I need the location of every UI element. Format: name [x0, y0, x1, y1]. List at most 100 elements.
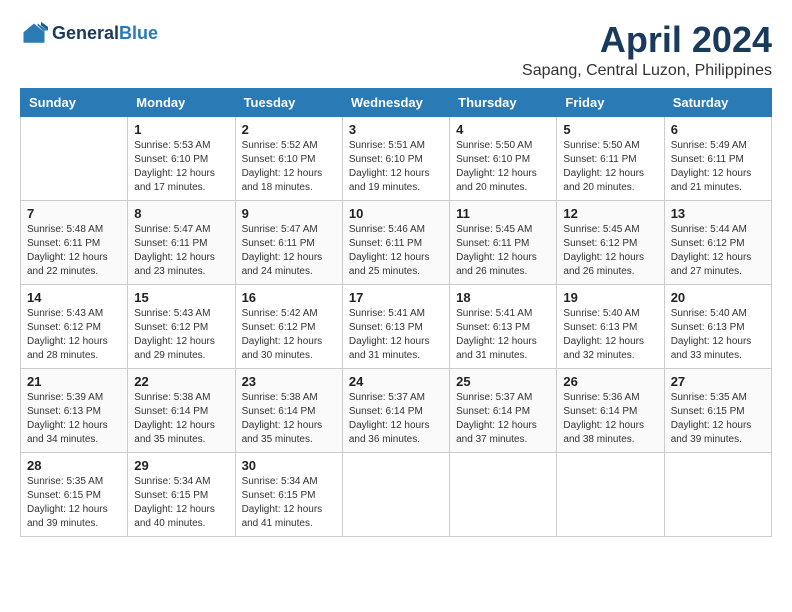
day-info-line: Daylight: 12 hours	[349, 420, 430, 431]
calendar-cell: 19 Sunrise: 5:40 AMSunset: 6:13 PMDayligh…	[557, 284, 664, 368]
calendar-cell: 7 Sunrise: 5:48 AMSunset: 6:11 PMDaylight…	[21, 200, 128, 284]
day-info-line: Sunrise: 5:49 AM	[671, 140, 747, 151]
day-number: 21	[27, 374, 121, 389]
day-info-line: Sunrise: 5:50 AM	[563, 140, 639, 151]
page-header: GeneralBlue April 2024 Sapang, Central L…	[20, 20, 772, 80]
day-info-line: Daylight: 12 hours	[563, 336, 644, 347]
day-info: Sunrise: 5:40 AMSunset: 6:13 PMDaylight:…	[563, 307, 657, 363]
logo-icon	[20, 20, 48, 48]
calendar-cell: 14Sunrise: 5:43 AMSunset: 6:12 PMDayligh…	[21, 284, 128, 368]
day-number: 16	[242, 290, 336, 305]
day-info-line: Sunrise: 5:50 AM	[456, 140, 532, 151]
day-number: 13	[671, 206, 765, 221]
day-info-line: Sunrise: 5:37 AM	[349, 392, 425, 403]
calendar-cell: 2 Sunrise: 5:52 AM Sunset: 6:10 PM Daylight…	[235, 116, 342, 200]
calendar-cell: 10Sunrise: 5:46 AMSunset: 6:11 PMDayligh…	[342, 200, 449, 284]
day-info-line: Sunset: 6:10 PM	[242, 154, 316, 165]
calendar-cell	[557, 452, 664, 536]
day-info-line: Sunset: 6:13 PM	[349, 322, 423, 333]
day-info-line: Sunrise: 5:43 AM	[27, 308, 103, 319]
day-info-line: and 31 minutes.	[349, 350, 420, 361]
day-number: 2	[242, 122, 336, 137]
day-info-line: Sunrise: 5:40 AM	[671, 308, 747, 319]
day-info: Sunrise: 5:46 AMSunset: 6:11 PMDaylight:…	[349, 223, 443, 279]
calendar-cell: 30Sunrise: 5:34 AMSunset: 6:15 PMDayligh…	[235, 452, 342, 536]
week-row-5: 28Sunrise: 5:35 AMSunset: 6:15 PMDayligh…	[21, 452, 772, 536]
day-number: 3	[349, 122, 443, 137]
calendar-cell: 22Sunrise: 5:38 AMSunset: 6:14 PMDayligh…	[128, 368, 235, 452]
week-row-3: 14 Sunrise: 5:43 AM Sunset: 6:12 PM Dayligh…	[21, 284, 772, 368]
day-info-line: Daylight: 12 hours	[242, 336, 323, 347]
day-info: Sunrise: 5:36 AMSunset: 6:14 PMDaylight:…	[563, 391, 657, 447]
day-info-line: Sunset: 6:12 PM	[671, 238, 745, 249]
subtitle: Sapang, Central Luzon, Philippines	[522, 62, 772, 80]
day-info: Sunrise: 5:34 AMSunset: 6:15 PMDaylight:…	[134, 475, 228, 531]
day-info: Sunrise: 5:48 AMSunset: 6:11 PMDaylight:…	[27, 223, 121, 279]
day-number: 25	[456, 374, 550, 389]
day-info: Sunrise: 5:44 AMSunset: 6:12 PMDaylight:…	[671, 223, 765, 279]
day-info-line: Sunset: 6:15 PM	[242, 490, 316, 501]
day-info: Sunrise: 5:50 AMSunset: 6:10 PMDaylight:…	[456, 139, 550, 195]
calendar-cell: 3Sunrise: 5:51 AMSunset: 6:10 PMDaylight…	[342, 116, 449, 200]
day-info-line: Sunrise: 5:47 AM	[134, 224, 210, 235]
calendar-cell: 29Sunrise: 5:34 AMSunset: 6:15 PMDayligh…	[128, 452, 235, 536]
day-number: 12	[563, 206, 657, 221]
day-info-line: Sunset: 6:11 PM	[456, 238, 529, 249]
calendar-cell: 18Sunrise: 5:41 AMSunset: 6:13 PMDayligh…	[450, 284, 557, 368]
calendar-cell: 4Sunrise: 5:50 AMSunset: 6:10 PMDaylight…	[450, 116, 557, 200]
day-info-line: Sunset: 6:10 PM	[456, 154, 530, 165]
day-info-line: Daylight: 12 hours	[134, 336, 215, 347]
day-info-line: Sunset: 6:13 PM	[563, 322, 637, 333]
day-info-line: Daylight: 12 hours	[242, 252, 323, 263]
week-row-4: 21 Sunrise: 5:39 AM Sunset: 6:13 PM Dayligh…	[21, 368, 772, 452]
day-info-line: Sunset: 6:12 PM	[242, 322, 316, 333]
day-info-line: and 34 minutes.	[27, 434, 98, 445]
day-info-line: Sunrise: 5:42 AM	[242, 308, 318, 319]
day-info-line: and 23 minutes.	[134, 266, 205, 277]
day-info-line: Daylight: 12 hours	[27, 420, 108, 431]
calendar-cell: 1Sunrise: 5:53 AMSunset: 6:10 PMDaylight…	[128, 116, 235, 200]
day-info-line: Daylight: 12 hours	[563, 168, 644, 179]
day-info-line: Sunrise: 5:45 AM	[563, 224, 639, 235]
calendar-cell: 13 Sunrise: 5:44 AMSunset: 6:12 PMDayligh…	[664, 200, 771, 284]
day-info-line: Sunset: 6:14 PM	[563, 406, 637, 417]
day-number: 19	[563, 290, 657, 305]
day-info-line: Daylight: 12 hours	[242, 168, 323, 179]
col-header-thursday: Thursday	[450, 88, 557, 116]
day-info-line: Sunrise: 5:34 AM	[134, 476, 210, 487]
day-info-line: Daylight: 12 hours	[242, 420, 323, 431]
calendar-cell: 17Sunrise: 5:41 AMSunset: 6:13 PMDayligh…	[342, 284, 449, 368]
day-info-line: and 26 minutes.	[456, 266, 527, 277]
day-info-line: and 31 minutes.	[456, 350, 527, 361]
day-info-line: Daylight: 12 hours	[671, 252, 752, 263]
day-info-line: Sunset: 6:13 PM	[27, 406, 101, 417]
calendar-cell: 15Sunrise: 5:43 AMSunset: 6:12 PMDayligh…	[128, 284, 235, 368]
day-info-line: Daylight: 12 hours	[134, 168, 215, 179]
day-info-line: and 35 minutes.	[242, 434, 313, 445]
day-number: 1	[134, 122, 228, 137]
day-number: 14	[27, 290, 121, 305]
day-info-line: Sunrise: 5:36 AM	[563, 392, 639, 403]
day-number: 18	[456, 290, 550, 305]
day-info-line: and 40 minutes.	[134, 518, 205, 529]
day-info-line: Sunrise: 5:39 AM	[27, 392, 103, 403]
day-info-line: Sunrise: 5:52 AM	[242, 140, 318, 151]
day-info-line: Sunset: 6:11 PM	[563, 154, 636, 165]
day-info-line: Sunrise: 5:35 AM	[671, 392, 747, 403]
day-number: 7	[27, 206, 121, 221]
calendar-cell: 16 Sunrise: 5:42 AM Sunset: 6:12 PM Dayligh…	[235, 284, 342, 368]
calendar-cell: 6Sunrise: 5:49 AMSunset: 6:11 PMDaylight…	[664, 116, 771, 200]
day-info-line: Sunset: 6:11 PM	[27, 238, 100, 249]
calendar-cell: 12Sunrise: 5:45 AMSunset: 6:12 PMDayligh…	[557, 200, 664, 284]
calendar-cell: 26Sunrise: 5:36 AMSunset: 6:14 PMDayligh…	[557, 368, 664, 452]
day-info: Sunrise: 5:42 AM Sunset: 6:12 PM Daylight:…	[242, 307, 336, 363]
day-info-line: Daylight: 12 hours	[134, 504, 215, 515]
day-info-line: and 17 minutes.	[134, 182, 205, 193]
day-number: 17	[349, 290, 443, 305]
day-info-line: Sunrise: 5:38 AM	[242, 392, 318, 403]
col-header-friday: Friday	[557, 88, 664, 116]
day-number: 28	[27, 458, 121, 473]
day-info-line: and 27 minutes.	[671, 266, 742, 277]
day-info-line: and 25 minutes.	[349, 266, 420, 277]
day-info-line: and 20 minutes.	[563, 182, 634, 193]
